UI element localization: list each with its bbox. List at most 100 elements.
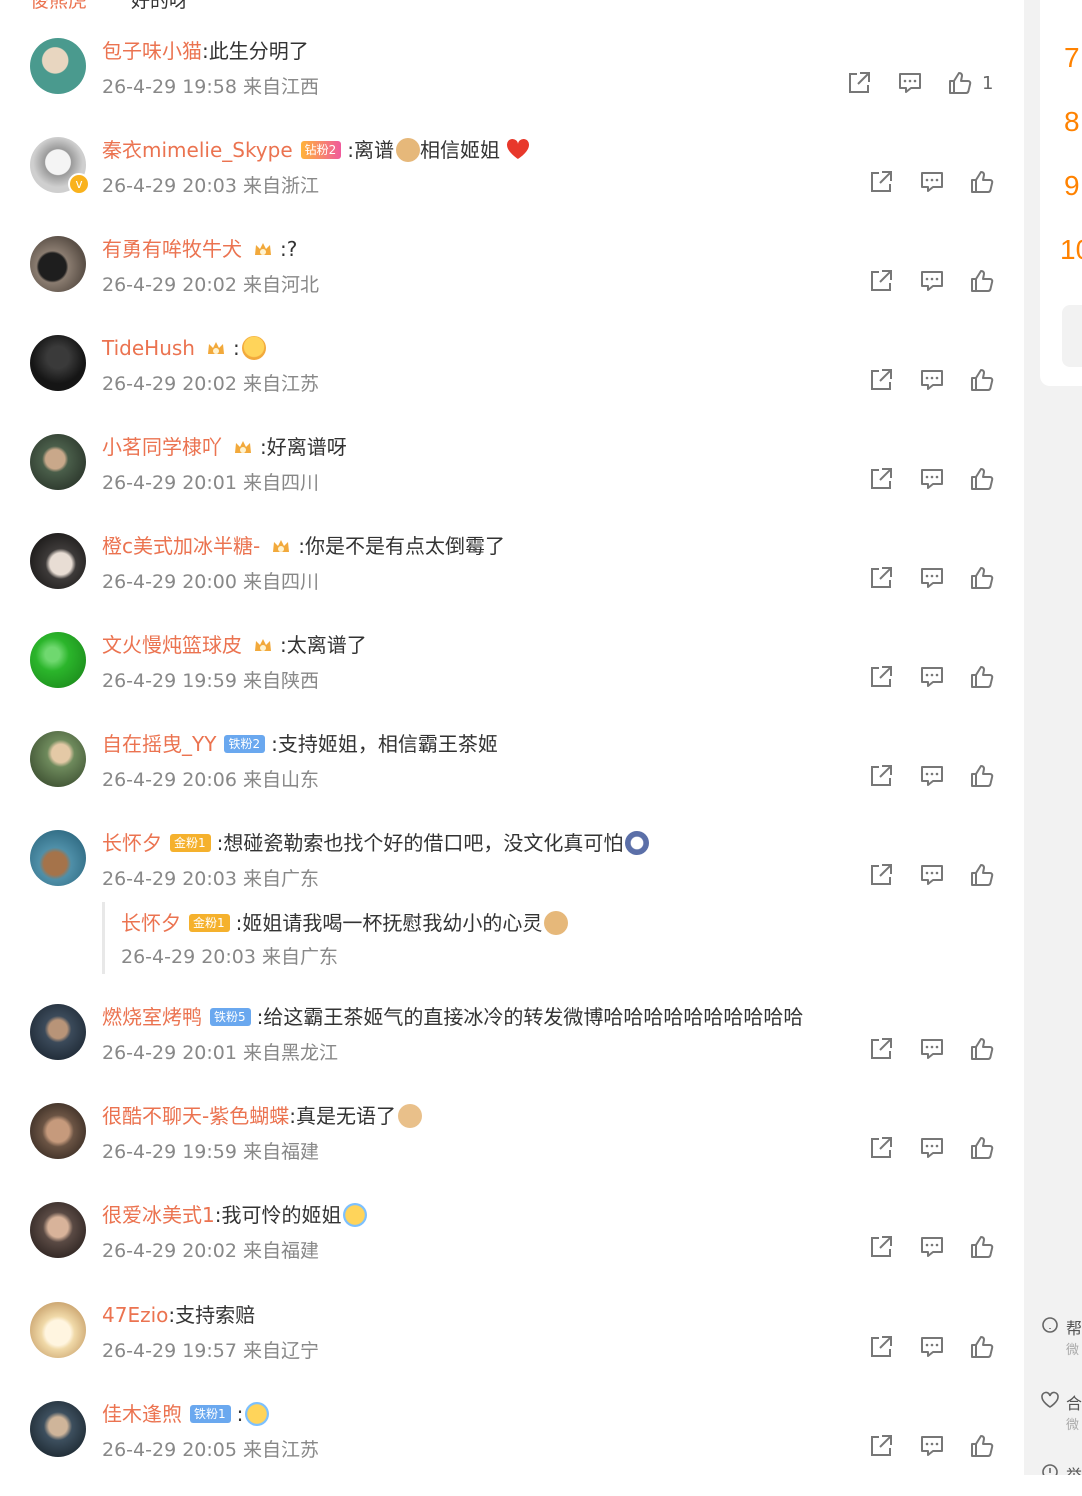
comment-meta: 26-4-29 20:02 来自河北 <box>102 274 319 296</box>
comment-meta: 26-4-29 20:00 来自四川 <box>102 571 319 593</box>
share-icon[interactable] <box>868 1135 894 1161</box>
avatar[interactable] <box>30 632 86 688</box>
like-icon[interactable] <box>969 1433 995 1459</box>
comment-icon[interactable] <box>919 862 945 888</box>
comment-feed: 俊熊虎 好的呀 包子味小猫:此生分明了 26-4-29 19:58 来自江西 1 … <box>0 0 1024 1475</box>
like-icon[interactable] <box>969 169 995 195</box>
verified-badge-icon: v <box>68 173 90 195</box>
like-icon[interactable] <box>969 1234 995 1260</box>
avatar[interactable] <box>30 236 86 292</box>
rank-number[interactable]: 7 <box>1064 42 1080 74</box>
rank-number[interactable]: 10 <box>1060 234 1082 266</box>
like-icon[interactable] <box>969 763 995 789</box>
comment-icon[interactable] <box>919 466 945 492</box>
comment-icon[interactable] <box>919 1036 945 1062</box>
comment-line: 长怀夕 金粉1:想碰瓷勒索也找个好的借口吧，没文化真可怕 <box>102 826 650 860</box>
comment-icon[interactable] <box>919 367 945 393</box>
avatar[interactable] <box>30 731 86 787</box>
share-icon[interactable] <box>868 565 894 591</box>
like-icon[interactable] <box>969 466 995 492</box>
reply-line: 长怀夕 金粉1:姬姐请我喝一杯抚慰我幼小的心灵 <box>121 906 569 940</box>
username[interactable]: 自在摇曳_YY <box>102 732 216 756</box>
comment-actions <box>868 466 998 496</box>
username[interactable]: 长怀夕 <box>102 831 162 855</box>
like-icon[interactable] <box>969 1334 995 1360</box>
comment-icon[interactable] <box>919 565 945 591</box>
rank-number[interactable]: 8 <box>1064 106 1080 138</box>
fan-badge: 铁粉5 <box>210 1008 251 1026</box>
username[interactable]: 秦衣mimelie_Skype <box>102 138 293 162</box>
nested-reply: 长怀夕 金粉1:姬姐请我喝一杯抚慰我幼小的心灵 26-4-29 20:03 来自广… <box>102 902 1005 974</box>
comment-actions <box>868 1334 998 1364</box>
like-icon[interactable] <box>969 1036 995 1062</box>
username[interactable]: TideHush <box>102 336 195 360</box>
share-icon[interactable] <box>868 1234 894 1260</box>
like-icon[interactable] <box>969 862 995 888</box>
share-icon[interactable] <box>868 1334 894 1360</box>
share-icon[interactable] <box>846 70 872 96</box>
share-icon[interactable] <box>868 268 894 294</box>
crown-medal-icon <box>273 540 290 552</box>
like-icon[interactable] <box>969 367 995 393</box>
username[interactable]: 佳木逢煦 <box>102 1402 182 1426</box>
comment-icon[interactable] <box>919 1234 945 1260</box>
share-icon[interactable] <box>868 169 894 195</box>
share-icon[interactable] <box>868 664 894 690</box>
avatar[interactable] <box>30 533 86 589</box>
share-icon[interactable] <box>868 862 894 888</box>
username[interactable]: 文火慢炖篮球皮 <box>102 633 242 657</box>
share-icon[interactable] <box>868 1433 894 1459</box>
comment-icon[interactable] <box>897 70 923 96</box>
dog-emoji-icon <box>397 1104 422 1128</box>
like-icon[interactable] <box>947 70 973 96</box>
comment-actions <box>868 1234 998 1264</box>
rank-number[interactable]: 9 <box>1064 170 1080 202</box>
comment-icon[interactable] <box>919 664 945 690</box>
comment-icon[interactable] <box>919 1334 945 1360</box>
username[interactable]: 小茗同学棣吖 <box>102 435 222 459</box>
username[interactable]: 燃烧室烤鸭 <box>102 1005 202 1029</box>
avatar[interactable] <box>30 1302 86 1358</box>
cut-off-username[interactable]: 俊熊虎 <box>30 0 87 12</box>
avatar[interactable] <box>30 434 86 490</box>
comment-actions <box>868 862 998 892</box>
comment-meta: 26-4-29 20:02 来自福建 <box>102 1240 319 1262</box>
reply-meta: 26-4-29 20:03 来自广东 <box>121 946 338 968</box>
comment-icon[interactable] <box>919 169 945 195</box>
comment-icon[interactable] <box>919 1433 945 1459</box>
comment-text: : <box>236 1402 244 1426</box>
comment-icon[interactable] <box>919 268 945 294</box>
rank-more-button[interactable] <box>1062 305 1082 367</box>
avatar[interactable] <box>30 830 86 886</box>
avatar[interactable] <box>30 1202 86 1258</box>
comment-actions <box>868 268 998 298</box>
username[interactable]: 包子味小猫 <box>102 39 202 63</box>
avatar[interactable] <box>30 1401 86 1457</box>
avatar[interactable] <box>30 335 86 391</box>
heart-icon <box>507 138 530 159</box>
share-icon[interactable] <box>868 466 894 492</box>
username[interactable]: 很酷不聊天-紫色蝴蝶 <box>102 1104 289 1128</box>
share-icon[interactable] <box>868 1036 894 1062</box>
comment-meta: 26-4-29 19:57 来自辽宁 <box>102 1340 319 1362</box>
avatar[interactable] <box>30 1103 86 1159</box>
comment-actions <box>868 1135 998 1165</box>
username[interactable]: 橙c美式加冰半糖- <box>102 534 260 558</box>
username[interactable]: 47Ezio <box>102 1303 168 1327</box>
like-icon[interactable] <box>969 664 995 690</box>
reply-username[interactable]: 长怀夕 <box>121 911 181 935</box>
comment-icon[interactable] <box>919 1135 945 1161</box>
comment-text: :离谱 <box>347 138 395 162</box>
share-icon[interactable] <box>868 367 894 393</box>
like-icon[interactable] <box>969 268 995 294</box>
like-icon[interactable] <box>969 565 995 591</box>
avatar[interactable] <box>30 1004 86 1060</box>
crown-medal-icon <box>207 342 224 354</box>
comment-line: 很酷不聊天-紫色蝴蝶:真是无语了 <box>102 1099 422 1133</box>
share-icon[interactable] <box>868 763 894 789</box>
comment-icon[interactable] <box>919 763 945 789</box>
username[interactable]: 很爱冰美式1 <box>102 1203 215 1227</box>
username[interactable]: 有勇有哞牧牛犬 <box>102 237 242 261</box>
avatar[interactable] <box>30 38 86 94</box>
like-icon[interactable] <box>969 1135 995 1161</box>
